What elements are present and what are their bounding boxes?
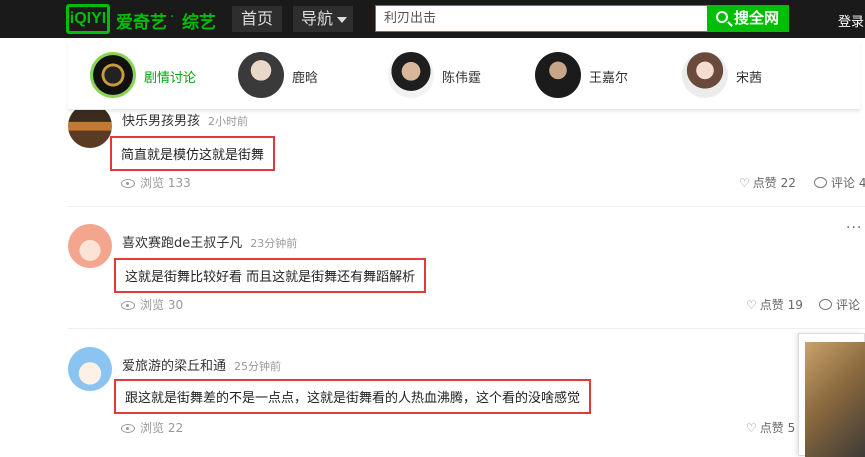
- star-name: 剧情讨论: [144, 71, 197, 86]
- star-name: 王嘉尔: [589, 71, 629, 86]
- brand-name[interactable]: 爱奇艺: [116, 8, 167, 33]
- comment-time: 23分钟前: [250, 237, 298, 250]
- search-input[interactable]: 利刃出击: [375, 5, 708, 32]
- comment-item: 快乐男孩男孩 2小时前 简直就是模仿这就是街舞 浏览 133 ♡ 点赞 22 评论 …: [68, 100, 865, 205]
- comment-divider: [68, 328, 865, 329]
- nav-menu-label: 导航: [301, 9, 334, 28]
- comment-time: 25分钟前: [234, 360, 282, 373]
- view-count-label: 浏览 133: [140, 176, 191, 190]
- like-count-label: 点赞 5: [759, 421, 796, 435]
- discussion-avatar-icon: [90, 52, 136, 98]
- reply-label: 评论 4: [831, 176, 865, 190]
- side-floating-panel[interactable]: [798, 333, 865, 457]
- like-count-label: 点赞 22: [752, 176, 796, 190]
- like-button[interactable]: ♡ 点赞 5: [746, 419, 795, 436]
- comment-header: 爱旅游的梁丘和通 25分钟前: [122, 355, 281, 374]
- comment-header: 快乐男孩男孩 2小时前: [122, 110, 248, 129]
- eye-icon: [121, 179, 135, 188]
- heart-icon: ♡: [746, 298, 757, 312]
- channel-name[interactable]: 综艺: [182, 8, 216, 33]
- search-icon: [716, 11, 728, 23]
- star-name: 陈伟霆: [442, 71, 482, 86]
- comment-item: 喜欢赛跑de王叔子凡 23分钟前 这就是街舞比较好看 而且这就是街舞还有舞蹈解析 …: [68, 220, 865, 325]
- star-avatar: [238, 52, 284, 98]
- login-link[interactable]: 登录: [838, 11, 864, 30]
- iqiyi-logo[interactable]: iQIYI: [66, 4, 110, 34]
- nav-home-button[interactable]: 首页: [232, 6, 282, 32]
- heart-icon: ♡: [739, 176, 750, 190]
- comment-text: 这就是街舞比较好看 而且这就是街舞还有舞蹈解析: [114, 258, 427, 293]
- view-count-label: 浏览 30: [140, 298, 184, 312]
- reply-label: 评论: [836, 298, 861, 312]
- heart-icon: ♡: [746, 421, 757, 435]
- view-count: 浏览 22: [121, 419, 183, 436]
- comment-item: 爱旅游的梁丘和通 25分钟前 跟这就是街舞差的不是一点点，这就是街舞看的人热血沸腾…: [68, 343, 865, 456]
- comment-username[interactable]: 快乐男孩男孩: [122, 114, 200, 129]
- view-count: 浏览 30: [121, 296, 183, 313]
- star-avatar: [682, 52, 728, 98]
- comment-bubble-icon: [814, 177, 827, 188]
- comment-text: 跟这就是街舞差的不是一点点，这就是街舞看的人热血沸腾，这个看的没啥感觉: [114, 379, 592, 414]
- user-avatar[interactable]: [68, 224, 112, 268]
- comment-divider: [68, 206, 865, 207]
- reply-button[interactable]: 评论: [819, 296, 860, 313]
- top-navigation-bar: iQIYI 爱奇艺 · 综艺 首页 导航 利刃出击 搜全网 登录: [0, 0, 865, 38]
- brand-separator: ·: [170, 9, 175, 25]
- like-count-label: 点赞 19: [759, 298, 803, 312]
- star-name: 宋茜: [736, 71, 763, 86]
- comment-bubble-icon: [819, 299, 832, 310]
- user-avatar[interactable]: [68, 347, 112, 391]
- like-button[interactable]: ♡ 点赞 22: [739, 174, 796, 191]
- comment-time: 2小时前: [208, 115, 249, 128]
- search-all-button[interactable]: 搜全网: [708, 5, 789, 32]
- view-count: 浏览 133: [121, 174, 191, 191]
- comment-username[interactable]: 爱旅游的梁丘和通: [122, 359, 226, 374]
- caret-down-icon: [337, 17, 347, 23]
- view-count-label: 浏览 22: [140, 421, 184, 435]
- comment-username[interactable]: 喜欢赛跑de王叔子凡: [122, 236, 242, 251]
- side-panel-image: [805, 342, 865, 457]
- like-button[interactable]: ♡ 点赞 19: [746, 296, 803, 313]
- comment-header: 喜欢赛跑de王叔子凡 23分钟前: [122, 232, 297, 251]
- reply-button[interactable]: 评论 4: [814, 174, 865, 191]
- nav-menu-dropdown[interactable]: 导航: [293, 6, 353, 32]
- search-button-label: 搜全网: [734, 9, 780, 27]
- eye-icon: [121, 301, 135, 310]
- star-name: 鹿晗: [292, 71, 319, 86]
- star-avatar: [388, 52, 434, 98]
- comment-text: 简直就是模仿这就是街舞: [110, 136, 276, 171]
- star-avatar: [535, 52, 581, 98]
- user-avatar[interactable]: [68, 104, 112, 148]
- star-topic-strip: 剧情讨论 鹿晗 陈伟霆 王嘉尔 宋茜: [68, 40, 860, 110]
- eye-icon: [121, 424, 135, 433]
